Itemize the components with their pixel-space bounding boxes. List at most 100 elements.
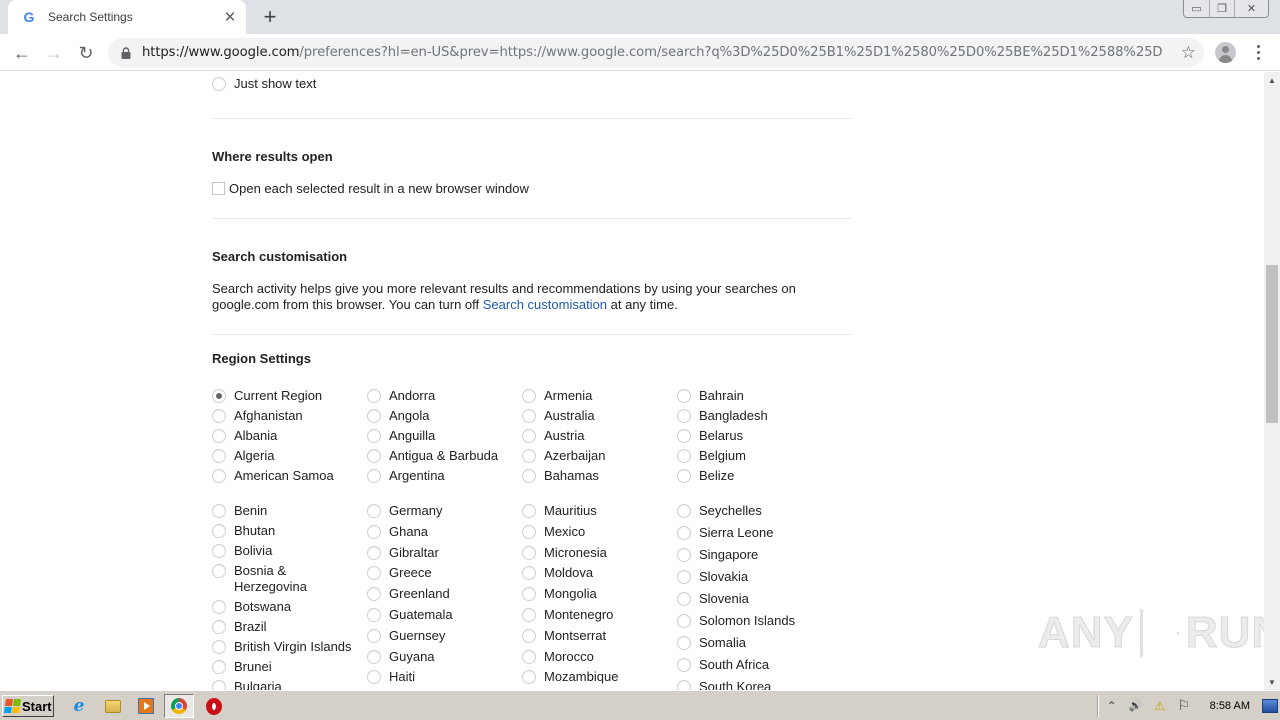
chrome-taskbar-button[interactable] bbox=[164, 694, 194, 718]
region-radio[interactable] bbox=[677, 658, 691, 672]
region-radio[interactable] bbox=[367, 389, 381, 403]
reload-button[interactable]: ↻ bbox=[72, 39, 100, 67]
region-option[interactable]: Moldova bbox=[522, 565, 672, 581]
region-option[interactable]: Angola bbox=[367, 408, 517, 424]
region-radio[interactable] bbox=[677, 548, 691, 562]
region-radio[interactable] bbox=[677, 592, 691, 606]
option-just-show-text[interactable]: Just show text bbox=[212, 76, 316, 91]
volume-icon[interactable]: 🔊 bbox=[1128, 698, 1144, 714]
new-tab-button[interactable]: + bbox=[258, 4, 282, 29]
internet-explorer-icon[interactable]: e bbox=[70, 696, 88, 716]
region-radio[interactable] bbox=[367, 566, 381, 581]
region-option[interactable]: Montserrat bbox=[522, 628, 672, 644]
region-option[interactable]: Afghanistan bbox=[212, 408, 362, 424]
option-new-window[interactable]: Open each selected result in a new brows… bbox=[212, 181, 529, 196]
region-radio[interactable] bbox=[677, 469, 691, 483]
region-option[interactable]: Slovenia bbox=[677, 591, 827, 607]
region-radio[interactable] bbox=[522, 587, 536, 602]
region-option[interactable]: Anguilla bbox=[367, 428, 517, 444]
region-radio[interactable] bbox=[522, 566, 536, 581]
region-radio[interactable] bbox=[367, 409, 381, 423]
close-tab-icon[interactable]: ✕ bbox=[221, 8, 239, 26]
region-option[interactable]: Ghana bbox=[367, 524, 517, 540]
region-radio[interactable] bbox=[367, 504, 381, 518]
region-option[interactable]: Antigua & Barbuda bbox=[367, 448, 517, 464]
region-radio[interactable] bbox=[212, 504, 226, 518]
region-option[interactable]: Haiti bbox=[367, 669, 517, 685]
region-radio[interactable] bbox=[212, 680, 226, 690]
region-option[interactable]: British Virgin Islands bbox=[212, 639, 362, 655]
region-option[interactable]: Seychelles bbox=[677, 503, 827, 519]
region-option[interactable]: Australia bbox=[522, 408, 672, 424]
region-radio[interactable] bbox=[212, 389, 226, 403]
region-radio[interactable] bbox=[212, 620, 226, 634]
region-radio[interactable] bbox=[677, 504, 691, 518]
region-option[interactable]: Bahamas bbox=[522, 468, 672, 484]
region-option[interactable]: Guernsey bbox=[367, 628, 517, 644]
region-option[interactable]: Mauritius bbox=[522, 503, 672, 519]
region-option[interactable]: Greece bbox=[367, 565, 517, 581]
region-option[interactable]: Botswana bbox=[212, 599, 362, 615]
region-radio[interactable] bbox=[522, 409, 536, 423]
region-option[interactable]: Albania bbox=[212, 428, 362, 444]
media-player-icon[interactable] bbox=[137, 697, 155, 715]
action-center-flag-icon[interactable]: ⚐ bbox=[1176, 697, 1192, 714]
region-option[interactable]: Benin bbox=[212, 503, 362, 519]
region-radio[interactable] bbox=[212, 600, 226, 614]
region-radio[interactable] bbox=[522, 449, 536, 463]
region-option[interactable]: Germany bbox=[367, 503, 517, 519]
region-option[interactable]: Slovakia bbox=[677, 569, 827, 585]
region-option[interactable]: Mexico bbox=[522, 524, 672, 540]
windows-explorer-icon[interactable] bbox=[104, 697, 122, 715]
region-option[interactable]: Mozambique bbox=[522, 669, 672, 685]
region-radio[interactable] bbox=[367, 607, 381, 622]
region-radio[interactable] bbox=[677, 409, 691, 423]
network-warning-icon[interactable]: ⚠ bbox=[1152, 698, 1168, 714]
region-radio[interactable] bbox=[522, 389, 536, 403]
region-option[interactable]: Bangladesh bbox=[677, 408, 827, 424]
region-option[interactable]: Bahrain bbox=[677, 388, 827, 404]
region-radio[interactable] bbox=[677, 526, 691, 540]
region-option[interactable]: Belize bbox=[677, 468, 827, 484]
region-option[interactable]: Bulgaria bbox=[212, 679, 362, 690]
region-radio[interactable] bbox=[367, 524, 381, 539]
region-option[interactable]: Greenland bbox=[367, 586, 517, 602]
region-option[interactable]: Algeria bbox=[212, 448, 362, 464]
region-radio[interactable] bbox=[367, 670, 381, 685]
region-radio[interactable] bbox=[212, 469, 226, 483]
region-radio[interactable] bbox=[367, 545, 381, 560]
region-option[interactable]: Singapore bbox=[677, 547, 827, 563]
region-radio[interactable] bbox=[677, 680, 691, 690]
restore-button[interactable]: ❐ bbox=[1209, 0, 1234, 17]
region-option[interactable]: Gibraltar bbox=[367, 545, 517, 561]
region-radio[interactable] bbox=[367, 628, 381, 643]
checkbox-new-window[interactable] bbox=[212, 182, 225, 195]
vertical-scrollbar[interactable]: ▲ ▼ bbox=[1264, 72, 1280, 690]
region-option[interactable]: Bolivia bbox=[212, 543, 362, 559]
region-radio[interactable] bbox=[212, 409, 226, 423]
region-option[interactable]: Bosnia & Herzegovina bbox=[212, 563, 362, 595]
region-radio[interactable] bbox=[522, 649, 536, 664]
region-option[interactable]: Guatemala bbox=[367, 607, 517, 623]
region-radio[interactable] bbox=[367, 429, 381, 443]
region-radio[interactable] bbox=[677, 570, 691, 584]
scrollbar-thumb[interactable] bbox=[1266, 265, 1278, 423]
back-button[interactable]: ← bbox=[8, 39, 36, 67]
region-option[interactable]: Micronesia bbox=[522, 545, 672, 561]
region-radio[interactable] bbox=[367, 587, 381, 602]
scroll-down-arrow-icon[interactable]: ▼ bbox=[1264, 674, 1280, 690]
address-bar[interactable]: https://www.google.com/preferences?hl=en… bbox=[108, 38, 1204, 67]
region-option[interactable]: South Africa bbox=[677, 657, 827, 673]
region-option[interactable]: Brunei bbox=[212, 659, 362, 675]
region-radio[interactable] bbox=[212, 660, 226, 674]
region-radio[interactable] bbox=[367, 649, 381, 664]
region-radio[interactable] bbox=[677, 429, 691, 443]
chrome-menu-button[interactable] bbox=[1250, 40, 1266, 64]
region-option[interactable]: American Samoa bbox=[212, 468, 362, 484]
region-radio[interactable] bbox=[212, 564, 226, 578]
clock[interactable]: 8:58 AM bbox=[1210, 700, 1250, 712]
region-option[interactable]: Sierra Leone bbox=[677, 525, 827, 541]
region-option[interactable]: Austria bbox=[522, 428, 672, 444]
search-customisation-link[interactable]: Search customisation bbox=[483, 297, 607, 312]
region-radio[interactable] bbox=[522, 469, 536, 483]
